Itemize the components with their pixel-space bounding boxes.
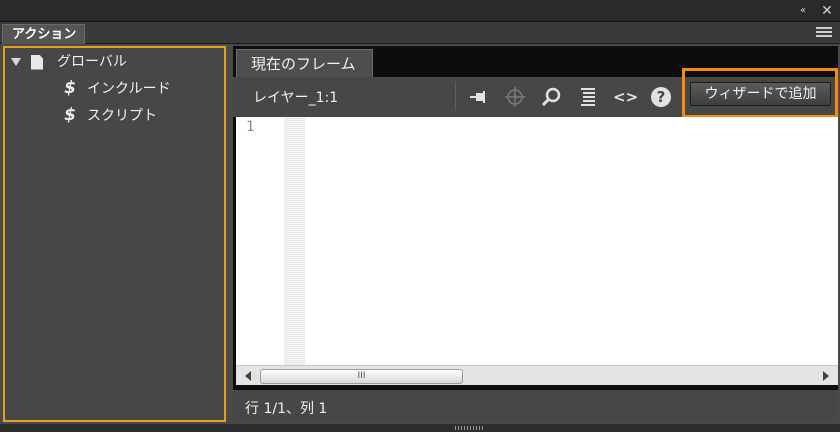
scroll-thumb[interactable]: III: [260, 369, 463, 384]
find-icon[interactable]: [539, 86, 563, 108]
pin-icon[interactable]: [467, 86, 491, 108]
tree-item-label: グローバル: [57, 54, 127, 70]
line-number-gutter: 1: [236, 117, 284, 365]
close-panel-icon[interactable]: ✕: [818, 3, 836, 19]
script-editor-pane: 現在のフレーム レイヤー_1:1 <> ? ウィザードで追加 1 III 行 1…: [233, 46, 838, 422]
actions-panel-body: グローバル $ インクルード $ スクリプト 現在のフレーム レイヤー_1:1: [0, 44, 840, 424]
tree-item-label: スクリプト: [87, 108, 157, 124]
toolbar-divider: [455, 82, 456, 110]
tree-item-global[interactable]: グローバル: [11, 51, 127, 73]
code-hint-icon[interactable]: <>: [613, 86, 638, 108]
script-icon: $: [64, 78, 76, 98]
scroll-left-icon[interactable]: [245, 371, 251, 381]
code-fold-column: [284, 117, 305, 365]
script-icon: $: [64, 105, 76, 125]
scroll-right-icon[interactable]: [823, 371, 829, 381]
panel-titlebar: ‹‹ ✕: [0, 0, 840, 22]
actions-panel-tab[interactable]: アクション: [2, 24, 85, 44]
resize-grip-icon[interactable]: [455, 426, 483, 430]
hamburger-menu-icon[interactable]: [816, 27, 832, 39]
line-number: 1: [246, 119, 255, 135]
format-code-icon[interactable]: [576, 86, 600, 108]
target-icon[interactable]: [503, 86, 527, 108]
help-icon-button[interactable]: ?: [649, 86, 673, 108]
document-icon: [31, 54, 43, 70]
tree-item-label: インクルード: [87, 81, 171, 97]
script-navigator-tree: グローバル $ インクルード $ スクリプト: [3, 46, 226, 422]
help-icon: ?: [651, 87, 671, 107]
code-input-area[interactable]: [305, 117, 838, 365]
add-with-wizard-button[interactable]: ウィザードで追加: [690, 82, 831, 106]
status-bar: 行 1/1、列 1: [233, 390, 838, 422]
tree-item-script[interactable]: $ スクリプト: [61, 104, 157, 126]
horizontal-scrollbar[interactable]: III: [236, 365, 838, 385]
panel-bottom-edge: [0, 424, 840, 432]
tree-item-include[interactable]: $ インクルード: [61, 77, 171, 99]
expand-triangle-icon[interactable]: [11, 58, 21, 66]
script-editor: 1: [236, 117, 838, 365]
cursor-position-status: 行 1/1、列 1: [245, 401, 328, 417]
panel-tab-row: アクション: [0, 22, 840, 44]
collapse-panel-icon[interactable]: ‹‹: [793, 3, 811, 19]
tab-current-frame[interactable]: 現在のフレーム: [236, 49, 373, 77]
layer-label: レイヤー_1:1: [253, 90, 339, 106]
